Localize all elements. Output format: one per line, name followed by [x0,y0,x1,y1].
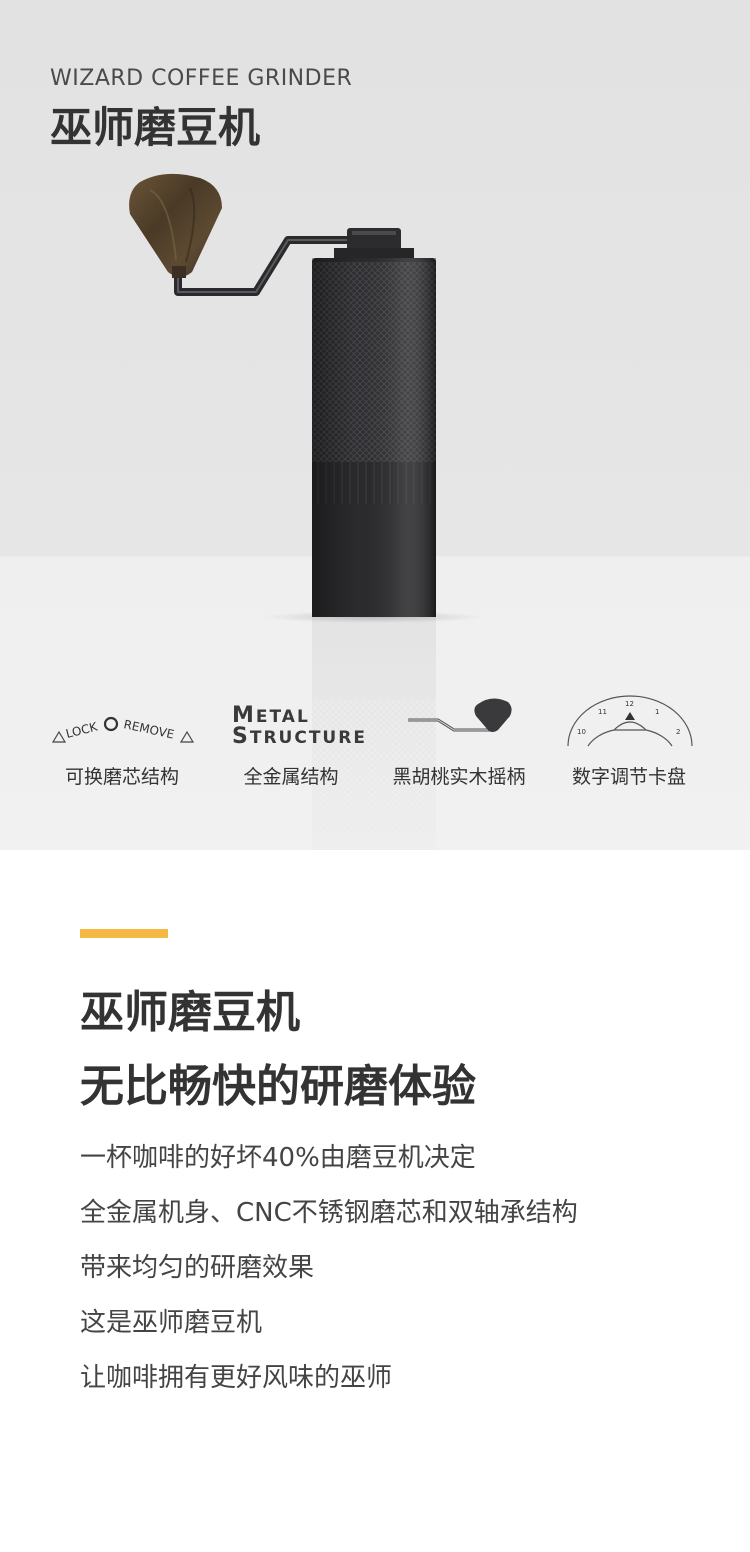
svg-text:LOCK: LOCK [64,719,99,741]
feature-label: 全金属结构 [243,766,339,788]
headline-line-2: 无比畅快的研磨体验 [80,1061,476,1112]
walnut-knob [129,173,222,278]
svg-text:1: 1 [655,708,659,716]
body-line-2: 全金属机身、CNC不锈钢磨芯和双轴承结构 [80,1198,578,1228]
dial-icon: 10 11 12 1 2 [544,690,714,752]
feature-walnut-handle: 黑胡桃实木摇柄 [374,690,544,800]
accent-bar [80,929,168,938]
body-line-4: 这是巫师磨豆机 [80,1308,263,1338]
svg-text:2: 2 [676,728,680,736]
feature-replaceable-burr: LOCK REMOVE 可换磨芯结构 [37,690,207,800]
feature-label: 黑胡桃实木摇柄 [392,766,526,788]
grinder-body [312,258,436,617]
body-line-3: 带来均匀的研磨效果 [80,1253,315,1283]
body-line-1: 一杯咖啡的好坏40%由磨豆机决定 [80,1143,476,1173]
feature-label: 可换磨芯结构 [64,766,179,788]
lock-remove-icon: LOCK REMOVE [37,690,207,752]
feature-metal-structure: METAL STRUCTURE 全金属结构 [224,690,394,800]
hero-section: WIZARD COFFEE GRINDER 巫师磨豆机 LOCK REMOVE … [0,0,750,850]
metal-structure-icon: METAL STRUCTURE [232,703,367,749]
svg-text:REMOVE: REMOVE [122,717,175,741]
svg-text:10: 10 [577,728,586,736]
svg-text:11: 11 [598,708,607,716]
feature-label: 数字调节卡盘 [571,766,686,788]
body-line-5: 让咖啡拥有更好风味的巫师 [80,1363,393,1393]
crank-handle-icon [374,690,544,752]
headline-line-1: 巫师磨豆机 [80,987,300,1038]
feature-digital-dial: 10 11 12 1 2 数字调节卡盘 [544,690,714,800]
svg-text:12: 12 [625,700,634,708]
